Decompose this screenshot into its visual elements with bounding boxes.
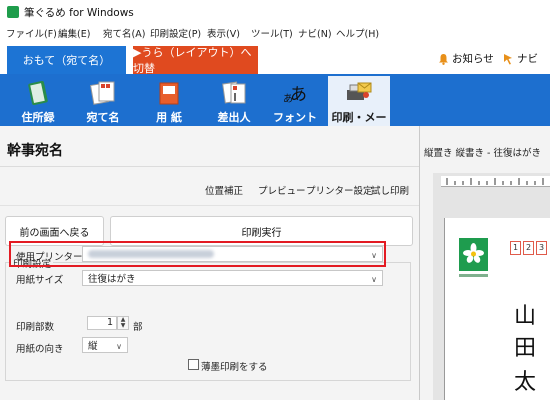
toolbar-label: 差出人 <box>217 111 251 124</box>
menu-edit[interactable]: 編集(E) <box>58 26 90 40</box>
stamp-image <box>459 238 488 271</box>
toolbar-address-book[interactable]: 住所録 <box>7 76 69 126</box>
paper-size-value: 往復はがき <box>88 274 136 285</box>
copies-label: 印刷部数 <box>16 322 55 333</box>
navi-link[interactable]: ナビ <box>503 51 538 66</box>
light-print-checkbox[interactable] <box>188 359 199 370</box>
menu-bar: ファイル(F) 編集(E) 宛て名(A) 印刷設定(P) 表示(V) ツール(T… <box>0 24 550 41</box>
copies-input[interactable]: 1 <box>87 316 117 330</box>
orientation-value: 縦 <box>88 341 98 352</box>
chevron-down-icon: ∨ <box>371 275 377 284</box>
orientation-select[interactable]: 縦 ∨ <box>82 337 128 353</box>
postal-box: 3 <box>536 241 547 255</box>
postal-box: 2 <box>523 241 534 255</box>
paper-icon <box>159 82 179 105</box>
toolbar-label: 住所録 <box>21 111 55 124</box>
toolbar-label: フォント <box>273 111 317 124</box>
recipient-name-char: 田 <box>514 336 537 361</box>
font-icon: あ あ <box>283 85 307 105</box>
copies-stepper[interactable]: ▲ ▼ <box>117 316 129 330</box>
recipient-name-char: 太 <box>514 370 537 395</box>
menu-file[interactable]: ファイル(F) <box>6 26 57 40</box>
copies-unit: 部 <box>133 322 143 333</box>
paper-size-select[interactable]: 往復はがき ∨ <box>82 270 383 286</box>
menu-view[interactable]: 表示(V) <box>207 26 240 40</box>
test-print-link[interactable]: 試し印刷 <box>371 183 409 197</box>
cursor-icon <box>504 53 512 64</box>
ruler-ticks <box>446 178 544 185</box>
sender-card-icon <box>222 81 246 104</box>
menu-navi[interactable]: ナビ(N) <box>298 26 332 40</box>
divider <box>0 205 419 206</box>
preview-title: 縦置き 縦書き - 往復はがき <box>424 148 541 159</box>
printer-settings-link[interactable]: プリンター設定 <box>306 183 373 197</box>
navi-label: ナビ <box>517 53 538 65</box>
light-print-label: 薄墨印刷をする <box>201 362 268 373</box>
toolbar-print-mail[interactable]: 印刷・メール <box>328 76 390 140</box>
toolbar-address[interactable]: 宛て名 <box>72 76 134 126</box>
ruler <box>441 176 550 187</box>
bell-icon <box>439 53 448 65</box>
paper-size-label: 用紙サイズ <box>16 275 64 286</box>
notice-link[interactable]: お知らせ <box>438 51 494 66</box>
menu-tools[interactable]: ツール(T) <box>251 26 293 40</box>
toolbar-font[interactable]: あ あ フォント <box>264 76 326 126</box>
orientation-label: 用紙の向き <box>16 344 64 355</box>
toolbar-sender[interactable]: 差出人 <box>203 76 265 126</box>
menu-help[interactable]: ヘルプ(H) <box>336 26 379 40</box>
tab-back-switch[interactable]: ▶うら（レイアウト）へ切替 <box>133 46 258 75</box>
divider <box>0 166 419 167</box>
toolbar-paper[interactable]: 用 紙 <box>138 76 200 126</box>
postal-box: 1 <box>510 241 521 255</box>
recipient-name-char: 山 <box>514 304 537 329</box>
tab-front[interactable]: おもて（宛て名） <box>7 46 126 74</box>
notice-label: お知らせ <box>452 53 494 65</box>
preview-link[interactable]: プレビュー <box>258 183 306 197</box>
window-title: 筆ぐるめ for Windows <box>24 7 134 19</box>
svg-text:あ: あ <box>290 85 307 105</box>
printer-mail-icon <box>347 82 372 100</box>
stamp-caption <box>459 274 488 277</box>
toolbar-label: 宛て名 <box>86 111 120 124</box>
toolbar-label: 用 紙 <box>156 111 182 124</box>
menu-print-settings[interactable]: 印刷設定(P) <box>150 26 201 40</box>
flower-icon <box>463 243 484 263</box>
position-adjust-link[interactable]: 位置補正 <box>205 183 243 197</box>
highlight-frame <box>9 241 386 267</box>
menu-address[interactable]: 宛て名(A) <box>103 26 145 40</box>
app-icon <box>7 6 19 18</box>
chevron-down-icon: ∨ <box>116 342 122 351</box>
postcard-icon <box>90 81 115 105</box>
address-book-icon <box>28 81 48 105</box>
page-title: 幹事宛名 <box>7 143 63 159</box>
